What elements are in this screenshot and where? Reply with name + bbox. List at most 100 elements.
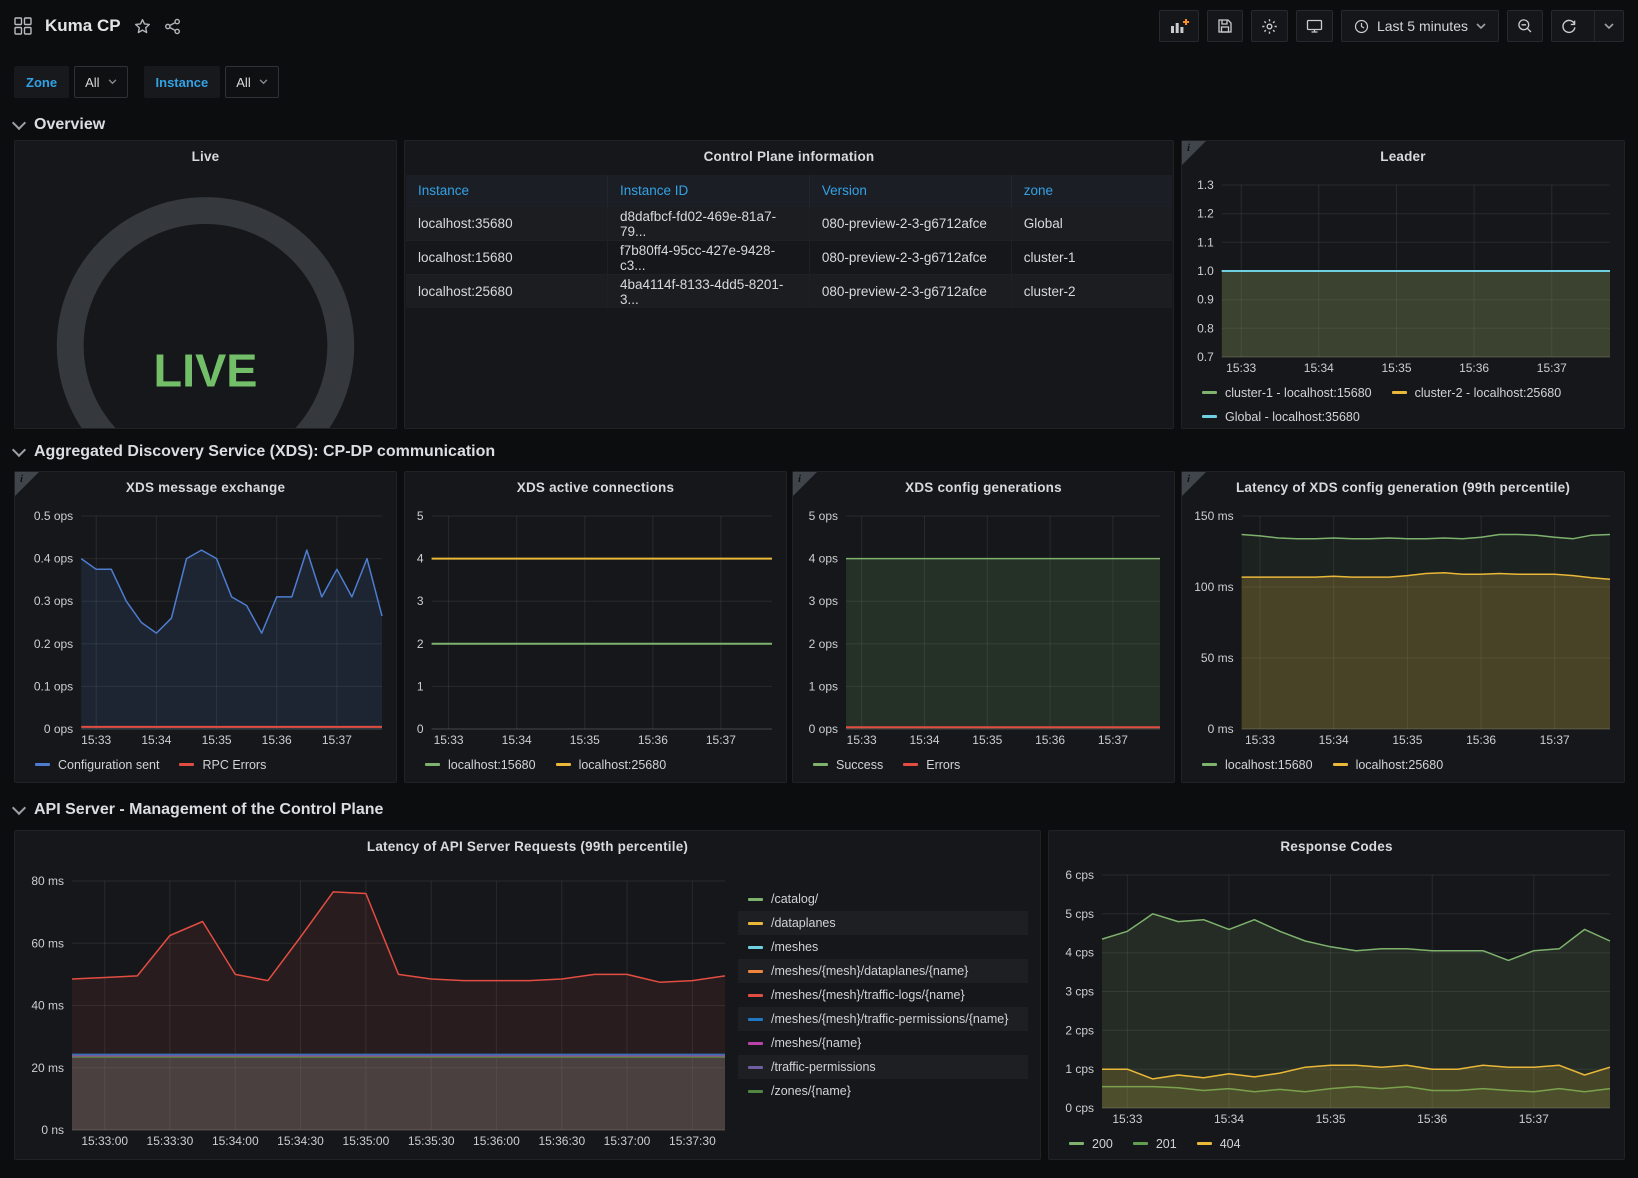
- legend-item[interactable]: RPC Errors: [179, 754, 266, 775]
- svg-text:15:34: 15:34: [141, 733, 171, 747]
- svg-text:15:33: 15:33: [81, 733, 111, 747]
- api-latency-chart: 0 ns20 ms40 ms60 ms80 ms15:33:0015:33:30…: [23, 873, 735, 1151]
- legend-item[interactable]: 201: [1133, 1133, 1177, 1154]
- series-color-dash: [748, 1018, 763, 1021]
- zoom-out-button[interactable]: [1507, 10, 1543, 42]
- legend-item[interactable]: Configuration sent: [35, 754, 159, 775]
- series-color-dash: [748, 946, 763, 949]
- legend-item[interactable]: Global - localhost:35680: [1202, 406, 1360, 427]
- legend-item[interactable]: Errors: [903, 754, 960, 775]
- refresh-button[interactable]: [1552, 11, 1586, 41]
- legend-label: Success: [836, 758, 883, 772]
- svg-text:15:36:30: 15:36:30: [538, 1134, 585, 1148]
- star-icon[interactable]: [134, 18, 151, 35]
- svg-text:1.3: 1.3: [1197, 178, 1214, 192]
- panel-title[interactable]: Response Codes: [1049, 831, 1624, 861]
- svg-text:0: 0: [417, 722, 424, 736]
- info-icon: i: [798, 473, 801, 485]
- chart-canvas[interactable]: 0 cps1 cps2 cps3 cps4 cps5 cps6 cps15:33…: [1053, 867, 1620, 1129]
- legend-label: 404: [1220, 1137, 1241, 1151]
- legend-item[interactable]: localhost:15680: [1202, 754, 1313, 775]
- panel-info-corner[interactable]: i: [1182, 472, 1208, 498]
- svg-text:15:37:30: 15:37:30: [669, 1134, 716, 1148]
- zone-variable-value[interactable]: All: [74, 66, 127, 98]
- panel-title[interactable]: Latency of API Server Requests (99th per…: [15, 831, 1040, 861]
- xds-connections-chart: 01234515:3315:3415:3515:3615:37: [409, 508, 782, 750]
- legend-item[interactable]: cluster-2 - localhost:25680: [1392, 382, 1562, 403]
- panel-title[interactable]: XDS active connections: [405, 472, 786, 502]
- save-dashboard-button[interactable]: [1207, 10, 1243, 42]
- panel-title[interactable]: Latency of XDS config generation (99th p…: [1182, 472, 1624, 502]
- svg-text:15:36: 15:36: [638, 733, 668, 747]
- instance-variable-value[interactable]: All: [225, 66, 278, 98]
- panel-title[interactable]: Control Plane information: [405, 141, 1173, 171]
- chevron-down-icon: [12, 801, 26, 815]
- legend-item[interactable]: /meshes/{mesh}/traffic-permissions/{name…: [738, 1007, 1028, 1031]
- svg-text:15:36: 15:36: [1035, 733, 1065, 747]
- legend-item[interactable]: /dataplanes: [738, 911, 1028, 935]
- legend-item[interactable]: /traffic-permissions: [738, 1055, 1028, 1079]
- chart-canvas[interactable]: 0 ms50 ms100 ms150 ms15:3315:3415:3515:3…: [1186, 508, 1620, 750]
- column-header[interactable]: zone: [1011, 175, 1172, 207]
- svg-text:15:34: 15:34: [1304, 361, 1334, 375]
- panel-title[interactable]: XDS message exchange: [15, 472, 396, 502]
- legend-item[interactable]: localhost:25680: [1333, 754, 1444, 775]
- legend-item[interactable]: /zones/{name}: [738, 1079, 1028, 1103]
- dashboard-settings-button[interactable]: [1251, 10, 1288, 42]
- section-api-server[interactable]: API Server - Management of the Control P…: [14, 799, 383, 821]
- legend-item[interactable]: cluster-1 - localhost:15680: [1202, 382, 1372, 403]
- section-xds[interactable]: Aggregated Discovery Service (XDS): CP-D…: [14, 441, 495, 463]
- svg-text:4 cps: 4 cps: [1065, 946, 1094, 960]
- svg-text:15:33:30: 15:33:30: [147, 1134, 194, 1148]
- grafana-dashboard: Kuma CP: [0, 0, 1638, 1178]
- table-cell: 080-preview-2-3-g6712afce: [809, 275, 1011, 309]
- add-panel-button[interactable]: [1159, 10, 1199, 42]
- svg-text:15:37: 15:37: [1537, 361, 1567, 375]
- series-color-dash: [813, 763, 828, 766]
- share-icon[interactable]: [164, 18, 181, 35]
- legend-item[interactable]: /meshes/{mesh}/dataplanes/{name}: [738, 959, 1028, 983]
- refresh-interval-dropdown[interactable]: [1594, 11, 1623, 41]
- legend-item[interactable]: 200: [1069, 1133, 1113, 1154]
- svg-text:1 ops: 1 ops: [809, 679, 838, 693]
- legend-item[interactable]: /meshes: [738, 935, 1028, 959]
- chart-canvas[interactable]: 0 ops0.1 ops0.2 ops0.3 ops0.4 ops0.5 ops…: [19, 508, 392, 750]
- svg-text:2 cps: 2 cps: [1065, 1023, 1094, 1037]
- legend-label: cluster-2 - localhost:25680: [1415, 386, 1562, 400]
- legend-item[interactable]: 404: [1197, 1133, 1241, 1154]
- legend-item[interactable]: localhost:15680: [425, 754, 536, 775]
- instance-variable-label: Instance: [144, 66, 221, 98]
- column-header[interactable]: Version: [809, 175, 1011, 207]
- svg-text:15:36: 15:36: [1417, 1112, 1447, 1126]
- chart-canvas[interactable]: 0 ns20 ms40 ms60 ms80 ms15:33:0015:33:30…: [23, 873, 735, 1151]
- panel-title[interactable]: Live: [15, 141, 396, 171]
- dashboard-grid-icon[interactable]: [14, 17, 32, 35]
- legend-item[interactable]: /meshes/{mesh}/traffic-logs/{name}: [738, 983, 1028, 1007]
- zone-variable-selected: All: [85, 75, 99, 90]
- svg-text:15:37: 15:37: [1098, 733, 1128, 747]
- time-range-picker[interactable]: Last 5 minutes: [1341, 10, 1499, 42]
- column-header[interactable]: Instance ID: [607, 175, 809, 207]
- chart-canvas[interactable]: 01234515:3315:3415:3515:3615:37: [409, 508, 782, 750]
- panel-info-corner[interactable]: i: [793, 472, 819, 498]
- legend-item[interactable]: Success: [813, 754, 883, 775]
- chart-canvas[interactable]: 0.70.80.91.01.11.21.315:3315:3415:3515:3…: [1186, 177, 1620, 378]
- legend-item[interactable]: localhost:25680: [556, 754, 667, 775]
- section-overview[interactable]: Overview: [14, 114, 105, 136]
- panel-info-corner[interactable]: i: [15, 472, 41, 498]
- chevron-down-icon: [108, 79, 117, 85]
- panel-info-corner[interactable]: i: [1182, 141, 1208, 167]
- chart-canvas[interactable]: 0 ops1 ops2 ops3 ops4 ops5 ops15:3315:34…: [797, 508, 1170, 750]
- legend-label: /meshes/{mesh}/traffic-permissions/{name…: [771, 1012, 1008, 1026]
- svg-text:0 cps: 0 cps: [1065, 1101, 1094, 1115]
- cycle-view-mode-button[interactable]: [1296, 10, 1333, 42]
- legend-item[interactable]: /catalog/: [738, 887, 1028, 911]
- panel-title[interactable]: XDS config generations: [793, 472, 1174, 502]
- response-codes-legend: 200 201 404: [1049, 1129, 1624, 1160]
- refresh-button-group: [1551, 10, 1624, 42]
- svg-text:15:36: 15:36: [1459, 361, 1489, 375]
- svg-text:15:33: 15:33: [1226, 361, 1256, 375]
- legend-item[interactable]: /meshes/{name}: [738, 1031, 1028, 1055]
- panel-title[interactable]: Leader: [1182, 141, 1624, 171]
- column-header[interactable]: Instance: [406, 175, 607, 207]
